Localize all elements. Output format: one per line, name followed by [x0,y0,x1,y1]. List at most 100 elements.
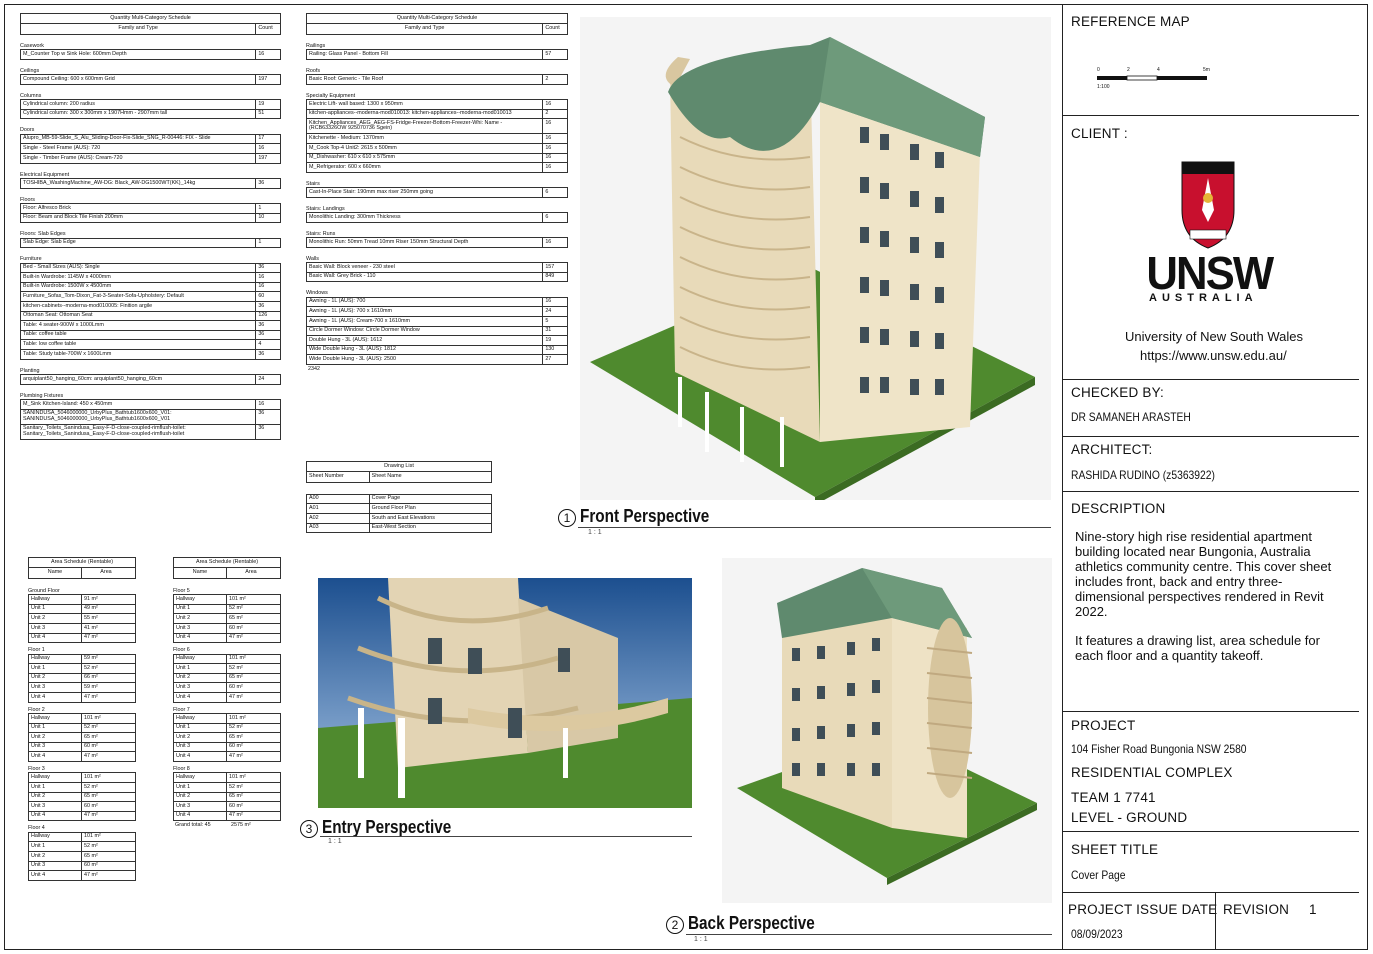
project-team: TEAM 1 7741 [1071,790,1156,805]
area-row: Unit 2 65 m² [173,791,281,803]
count-cell: 36 [255,424,280,439]
schedule-row: Table: low coffee table 4 [20,339,281,350]
drawing-list-row: A00 Cover Page [306,493,492,505]
family-type-cell: Double Hung - 3L (AUS): 1612 [309,336,383,343]
area-row: Unit 2 65 m² [173,613,281,624]
schedule-group: Walls Basic Wall: Block veneer - 230 stee… [306,256,568,283]
area-row: Hallway 101 m² [173,772,281,783]
count-cell: 36 [255,263,280,273]
count-cell: 126 [255,311,280,321]
area-name-cell: Hallway [31,773,50,780]
area-row: Unit 3 60 m² [173,623,281,634]
revision-divider [1215,893,1217,950]
grand-total-label: Grand total: 45 [175,822,211,829]
area-name-cell: Unit 3 [31,802,46,809]
schedule-row: Compound Ceiling: 600 x 600mm Grid 197 [20,74,281,85]
schedule-title: Quantity Multi-Category Schedule [20,13,281,25]
schedule-group: Electrical Equipment TOSHIBA_WashingMachi… [20,172,281,189]
schedule-row: Alupro_MB-59-Slide_S_Alu_Sliding-Door-Fi… [20,133,281,145]
count-cell: 157 [542,263,567,272]
family-type-cell: Table: coffee table [23,331,67,338]
count-cell: 4 [255,340,280,349]
count-cell: 849 [542,272,567,282]
schedule-group: Furniture Bed - Small Sizes (AUS): Single… [20,256,281,360]
count-cell: 36 [255,330,280,340]
area-row: Unit 3 59 m² [28,682,136,693]
area-value-cell: 60 m² [81,861,130,871]
unsw-crest-icon [1181,161,1235,249]
schedule-row: Cylindrical column: 300 x 300mm x 1907Hm… [20,108,281,120]
area-value-cell: 59 m² [81,683,130,692]
schedule-row: Awning - 1L (AUS): 700 x 1610mm 24 [306,306,568,317]
view-title-line [686,934,1052,935]
entry-perspective-render [318,578,692,808]
schedule-row: Bed - Small Sizes (AUS): Single 36 [20,262,281,274]
area-grand-total: Grand total: 45 2575 m² [173,821,281,830]
issue-cell: PROJECT ISSUE DATE 08/09/2023 REVISION 1 [1063,893,1359,950]
family-type-cell: Electric Lift- wall based: 1300 x 950mm [309,100,403,107]
area-value-cell: 101 m² [226,654,275,664]
family-type-cell: Single - Steel Frame (AUS): 720 [23,145,101,151]
area-name-cell: Unit 4 [176,752,191,759]
scale-bar [1097,75,1207,81]
view-scale: 1 : 1 [588,529,602,536]
schedule-row: Ottoman Seat: Ottoman Seat 126 [20,310,281,322]
reference-map-label: REFERENCE MAP [1071,14,1190,29]
schedule-group: Columns Cylindrical column: 200 radius 19 C… [20,93,281,120]
scale-tick-2: 2 [1127,67,1130,73]
area-name-cell: Hallway [176,595,195,602]
count-cell: 19 [542,336,567,345]
count-cell: 16 [255,273,280,282]
area-row: Unit 4 47 m² [173,810,281,822]
sheet-title-label: SHEET TITLE [1071,842,1159,857]
sheet-number-cell: A03 [309,524,319,531]
description-label: DESCRIPTION [1071,501,1166,516]
area-value-cell: 65 m² [226,733,275,742]
area-schedule-header: Name Area [173,568,281,579]
sheet-title-value: Cover Page [1071,868,1126,882]
area-name-cell: Unit 3 [176,743,191,750]
client-url: https://www.unsw.edu.au/ [1140,348,1287,363]
family-type-cell: Awning - 1L (AUS): 700 [309,298,366,305]
schedule-row: Wide Double Hung - 3L (AUS): 1812 130 [306,344,568,356]
count-cell: 27 [542,355,567,364]
family-type-cell: Bed - Small Sizes (AUS): Single [23,264,100,271]
area-schedule-header: Name Area [28,568,136,579]
schedule-row: Monolithic Landing: 300mm Thickness 6 [306,212,568,223]
area-value-cell: 65 m² [226,792,275,802]
count-cell: 16 [255,50,280,59]
schedule-group: Floors: Slab Edges Slab Edge: Slab Edge 1 [20,231,281,249]
area-value-cell: 59 m² [81,654,130,664]
area-value-cell: 101 m² [226,713,275,723]
project-label: PROJECT [1071,718,1136,733]
area-name-cell: Unit 2 [176,615,191,621]
area-row: Unit 4 47 m² [173,632,281,644]
area-name-cell: Hallway [176,773,195,780]
family-type-cell: Basic Wall: Grey Brick - 110 [309,273,376,280]
area-row: Unit 2 65 m² [28,732,136,743]
area-row: Unit 1 52 m² [28,722,136,734]
count-cell: 130 [542,345,567,355]
area-row: Unit 3 60 m² [28,860,136,872]
checked-by-label: CHECKED BY: [1071,385,1164,400]
area-name-cell: Unit 3 [31,624,46,631]
count-cell: 16 [542,100,567,109]
view-title-line [578,527,1051,528]
view-name: Back Perspective [688,913,815,933]
area-schedule-title: Area Schedule (Rentable) [173,557,281,569]
family-type-cell: M_Dishwasher: 610 x 610 x 575mm [309,154,395,161]
area-row: Unit 4 47 m² [28,751,136,762]
area-name-cell: Unit 2 [176,674,191,681]
area-row: Unit 1 52 m² [28,781,136,793]
family-type-cell: Table: Study table-700W x 1600Lmm [23,350,112,357]
area-name-cell: Unit 3 [176,624,191,631]
count-cell: 2 [542,75,567,84]
drawing-list-row: A01 Ground Floor Plan [306,503,492,514]
area-value-cell: 60 m² [226,683,275,692]
col-sheet-name: Sheet Name [368,472,491,482]
area-value-cell: 101 m² [226,773,275,782]
schedule-row: Awning - 1L (AUS): Cream-700 x 1610mm 5 [306,315,568,327]
area-row: Unit 3 60 m² [173,682,281,693]
family-type-cell: Slab Edge: Slab Edge [23,239,76,246]
family-type-cell: M_Refrigerator: 600 x 660mm [309,163,381,170]
